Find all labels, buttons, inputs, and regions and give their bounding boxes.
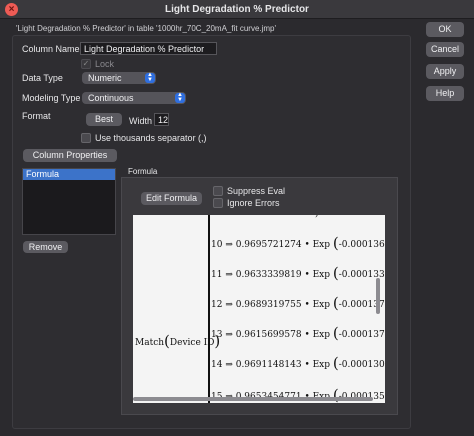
row-number: 13 [211, 330, 223, 340]
column-name-label: Column Name [22, 44, 80, 54]
row-number: 14 [211, 360, 223, 370]
paren-glyph: ) [315, 215, 319, 219]
remove-button[interactable]: Remove [23, 241, 68, 253]
lock-checkbox[interactable]: ✓ [81, 59, 91, 69]
thousands-separator-label: Use thousands separator (,) [95, 133, 207, 143]
horizontal-scrollbar[interactable] [133, 397, 373, 401]
open-paren-glyph: ( [332, 264, 339, 282]
lock-label: Lock [95, 59, 115, 69]
window-subtitle: 'Light Degradation % Predictor' in table… [16, 24, 277, 33]
row-exponent: -0.000130115 [338, 360, 385, 370]
row-coefficient: 0.9689319755 [235, 300, 302, 310]
row-number: 12 [211, 300, 223, 310]
row-number: 10 [211, 240, 223, 250]
width-input[interactable]: 12 [154, 113, 169, 126]
modeling-type-label: Modeling Type [22, 93, 81, 103]
suppress-eval-checkbox[interactable] [213, 186, 223, 196]
row-number: 11 [211, 270, 223, 280]
window-title: Light Degradation % Predictor [165, 4, 309, 15]
data-type-value: Numeric [88, 73, 122, 83]
modeling-type-select[interactable]: Continuous ▲ ▼ [82, 92, 186, 104]
formula-row: 14 ⇒ 0.9691148143 • Exp (-0.000130115 • … [211, 353, 385, 372]
open-paren-glyph: ( [332, 294, 339, 312]
thousands-separator-checkbox[interactable] [81, 133, 91, 143]
row-exponent: -0.000136663 [338, 240, 385, 250]
row-coefficient: 0.9633339819 [235, 270, 302, 280]
modeling-type-value: Continuous [88, 93, 134, 103]
title-bar: × Light Degradation % Predictor [0, 0, 474, 19]
formula-row: 12 ⇒ 0.9689319755 • Exp (-0.0001371 • Ho [211, 293, 385, 312]
open-paren-glyph: ( [332, 324, 339, 342]
formula-row: 13 ⇒ 0.9615699578 • Exp (-0.000137351 • [211, 323, 385, 342]
ignore-errors-checkbox[interactable] [213, 198, 223, 208]
properties-list[interactable]: Formula [22, 168, 116, 235]
vertical-scrollbar[interactable] [376, 278, 380, 314]
format-best-button[interactable]: Best [86, 113, 122, 126]
bullet-glyph: • [371, 215, 376, 219]
row-exponent: -0.000137351 [338, 330, 385, 340]
format-label: Format [22, 111, 51, 121]
apply-button[interactable]: Apply [426, 64, 464, 79]
column-name-input[interactable]: Light Degradation % Predictor [80, 42, 217, 55]
ok-button[interactable]: OK [426, 22, 464, 37]
ignore-errors-label: Ignore Errors [227, 198, 280, 208]
column-properties-button[interactable]: Column Properties [23, 149, 117, 162]
data-type-label: Data Type [22, 73, 63, 83]
formula-editor[interactable]: Match(Device ID) ) • 10 ⇒ 0.9695721274 •… [133, 215, 385, 403]
cancel-button[interactable]: Cancel [426, 42, 464, 57]
suppress-eval-label: Suppress Eval [227, 186, 286, 196]
match-label: Match [135, 338, 165, 348]
formula-row: 10 ⇒ 0.9695721274 • Exp (-0.000136663 • [211, 233, 385, 252]
width-label: Width [129, 116, 153, 126]
list-item[interactable]: Formula [23, 169, 115, 180]
row-coefficient: 0.9695721274 [235, 240, 302, 250]
row-coefficient: 0.9691148143 [235, 360, 302, 370]
row-coefficient: 0.9615699578 [235, 330, 302, 340]
match-bracket [208, 215, 210, 403]
edit-formula-button[interactable]: Edit Formula [141, 192, 202, 205]
open-paren-glyph: ( [332, 234, 339, 252]
formula-row: 11 ⇒ 0.9633339819 • Exp (-0.000133041 • … [211, 263, 385, 282]
help-button[interactable]: Help [426, 86, 464, 101]
chevron-updown-icon: ▲ ▼ [175, 92, 185, 103]
formula-section-label: Formula [128, 167, 158, 176]
data-type-select[interactable]: Numeric ▲ ▼ [82, 72, 156, 84]
open-paren-glyph: ( [164, 332, 170, 350]
chevron-updown-icon: ▲ ▼ [145, 72, 155, 83]
open-paren-glyph: ( [332, 354, 339, 372]
